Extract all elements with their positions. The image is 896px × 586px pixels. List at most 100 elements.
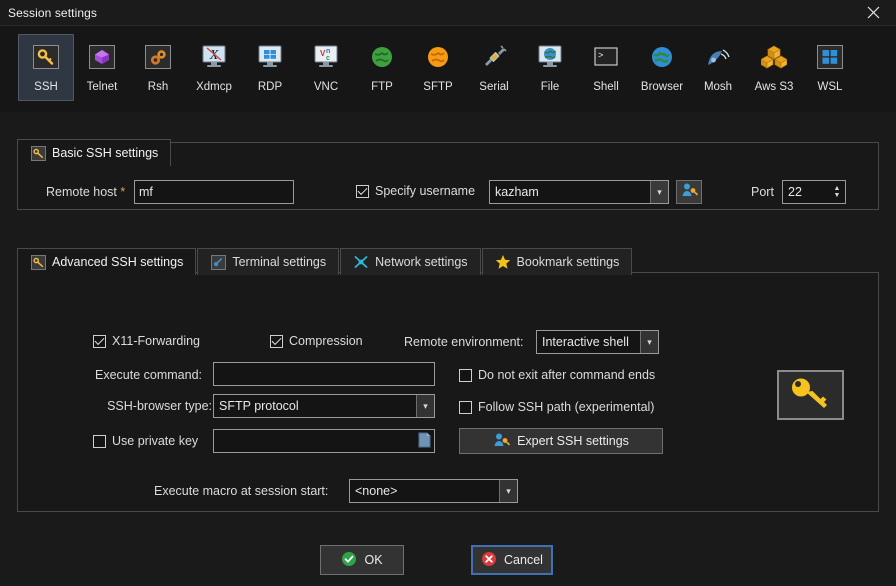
- remote-host-label-text: Remote host: [46, 185, 117, 199]
- ssh-key-illustration: [777, 370, 844, 420]
- chevron-down-icon: ▾: [499, 480, 517, 502]
- protocol-item-rdp[interactable]: RDP: [242, 34, 298, 101]
- checkbox-box: [356, 184, 369, 198]
- protocol-label: WSL: [817, 81, 843, 93]
- protocol-item-rsh[interactable]: Rsh: [130, 34, 186, 101]
- serial-plug-icon: [478, 41, 510, 73]
- ok-button[interactable]: OK: [320, 545, 404, 575]
- tab-label: Advanced SSH settings: [52, 255, 184, 269]
- key-icon: [30, 254, 46, 270]
- protocol-item-telnet[interactable]: Telnet: [74, 34, 130, 101]
- orange-globe-icon: [422, 41, 454, 73]
- ssh-browser-type-label: SSH-browser type:: [107, 399, 212, 413]
- svg-text:>: >: [598, 51, 603, 61]
- terminal-icon: [210, 254, 226, 270]
- spinner-buttons[interactable]: ▲ ▼: [829, 181, 845, 203]
- select-user-button[interactable]: [676, 180, 702, 204]
- cancel-label: Cancel: [504, 553, 543, 567]
- vnc-monitor-icon: V n c: [310, 41, 342, 73]
- tab-label: Bookmark settings: [516, 255, 620, 269]
- aws-cubes-icon: [758, 41, 790, 73]
- windows-logo-icon: [814, 41, 846, 73]
- tab-label: Network settings: [375, 255, 468, 269]
- close-button[interactable]: [850, 0, 896, 26]
- remote-host-input[interactable]: mf: [134, 180, 294, 204]
- execute-macro-combobox[interactable]: <none> ▾: [349, 479, 518, 503]
- tab-label: Basic SSH settings: [52, 146, 159, 160]
- x11-forwarding-checkbox[interactable]: X11-Forwarding: [93, 334, 200, 348]
- tab-advanced-ssh-settings[interactable]: Advanced SSH settings: [17, 248, 197, 275]
- protocol-label: Aws S3: [754, 81, 794, 93]
- port-spinner[interactable]: 22 ▲ ▼: [782, 180, 846, 204]
- green-check-icon: [341, 551, 357, 570]
- svg-text:c: c: [326, 55, 330, 62]
- xmonitor-icon: X: [198, 41, 230, 73]
- remote-environment-label: Remote environment:: [404, 335, 524, 349]
- expert-ssh-settings-label: Expert SSH settings: [517, 434, 629, 448]
- protocol-item-wsl[interactable]: WSL: [802, 34, 858, 101]
- protocol-item-mosh[interactable]: Mosh: [690, 34, 746, 101]
- protocol-item-ssh[interactable]: SSH: [18, 34, 74, 101]
- tab-terminal-settings[interactable]: Terminal settings: [197, 248, 340, 275]
- protocol-item-browser[interactable]: Browser: [634, 34, 690, 101]
- protocol-item-vnc[interactable]: V n c VNC: [298, 34, 354, 101]
- expert-ssh-settings-button[interactable]: Expert SSH settings: [459, 428, 663, 454]
- cancel-button[interactable]: Cancel: [471, 545, 553, 575]
- star-icon: [495, 254, 511, 270]
- do-not-exit-checkbox[interactable]: Do not exit after command ends: [459, 368, 655, 382]
- satellite-dish-icon: [702, 41, 734, 73]
- protocol-item-xdmcp[interactable]: X Xdmcp: [186, 34, 242, 101]
- green-globe-icon: [366, 41, 398, 73]
- windows-monitor-icon: [254, 41, 286, 73]
- protocol-label: FTP: [371, 81, 393, 93]
- use-private-key-label: Use private key: [112, 434, 199, 448]
- execute-command-input[interactable]: [213, 362, 435, 386]
- protocol-item-shell[interactable]: > Shell: [578, 34, 634, 101]
- specify-username-checkbox[interactable]: Specify username: [356, 184, 475, 198]
- compression-label: Compression: [289, 334, 363, 348]
- username-value: kazham: [495, 185, 539, 199]
- protocol-item-sftp[interactable]: SFTP: [410, 34, 466, 101]
- key-icon: [30, 41, 62, 73]
- network-icon: [353, 254, 369, 270]
- user-key-icon: [493, 432, 511, 451]
- gem-icon: [86, 41, 118, 73]
- checkbox-box: [270, 334, 283, 348]
- spinner-down-icon: ▼: [833, 192, 841, 199]
- private-key-input[interactable]: [213, 429, 435, 453]
- tab-network-settings[interactable]: Network settings: [340, 248, 481, 275]
- port-value: 22: [788, 185, 802, 199]
- red-x-icon: [481, 551, 497, 570]
- execute-macro-value: <none>: [355, 484, 398, 498]
- follow-ssh-path-checkbox[interactable]: Follow SSH path (experimental): [459, 400, 654, 414]
- username-combobox[interactable]: kazham ▾: [489, 180, 669, 204]
- protocol-label: Telnet: [86, 81, 118, 93]
- use-private-key-checkbox[interactable]: Use private key: [93, 434, 198, 448]
- protocol-item-serial[interactable]: Serial: [466, 34, 522, 101]
- protocol-label: Serial: [479, 81, 509, 93]
- remote-environment-combobox[interactable]: Interactive shell ▾: [536, 330, 659, 354]
- execute-command-label: Execute command:: [95, 368, 202, 382]
- tab-bookmark-settings[interactable]: Bookmark settings: [481, 248, 633, 275]
- protocol-item-aws-s3[interactable]: Aws S3: [746, 34, 802, 101]
- globe-monitor-icon: [534, 41, 566, 73]
- do-not-exit-label: Do not exit after command ends: [478, 368, 656, 382]
- protocol-label: Mosh: [703, 81, 733, 93]
- blue-globe-icon: [646, 41, 678, 73]
- chevron-down-icon: ▾: [640, 331, 658, 353]
- checkbox-box: [459, 400, 472, 414]
- terminal-prompt-icon: >: [590, 41, 622, 73]
- tab-basic-ssh-settings[interactable]: Basic SSH settings: [17, 139, 172, 166]
- protocol-label: RDP: [257, 81, 283, 93]
- file-icon[interactable]: [418, 432, 431, 451]
- checkbox-box: [459, 368, 472, 382]
- protocol-item-file[interactable]: File: [522, 34, 578, 101]
- checkbox-box: [93, 434, 106, 448]
- compression-checkbox[interactable]: Compression: [270, 334, 363, 348]
- protocol-item-ftp[interactable]: FTP: [354, 34, 410, 101]
- checkbox-box: [93, 334, 106, 348]
- protocol-label: File: [540, 81, 560, 93]
- protocol-label: Xdmcp: [196, 81, 232, 93]
- chevron-down-icon: ▾: [416, 395, 434, 417]
- ssh-browser-type-combobox[interactable]: SFTP protocol ▾: [213, 394, 435, 418]
